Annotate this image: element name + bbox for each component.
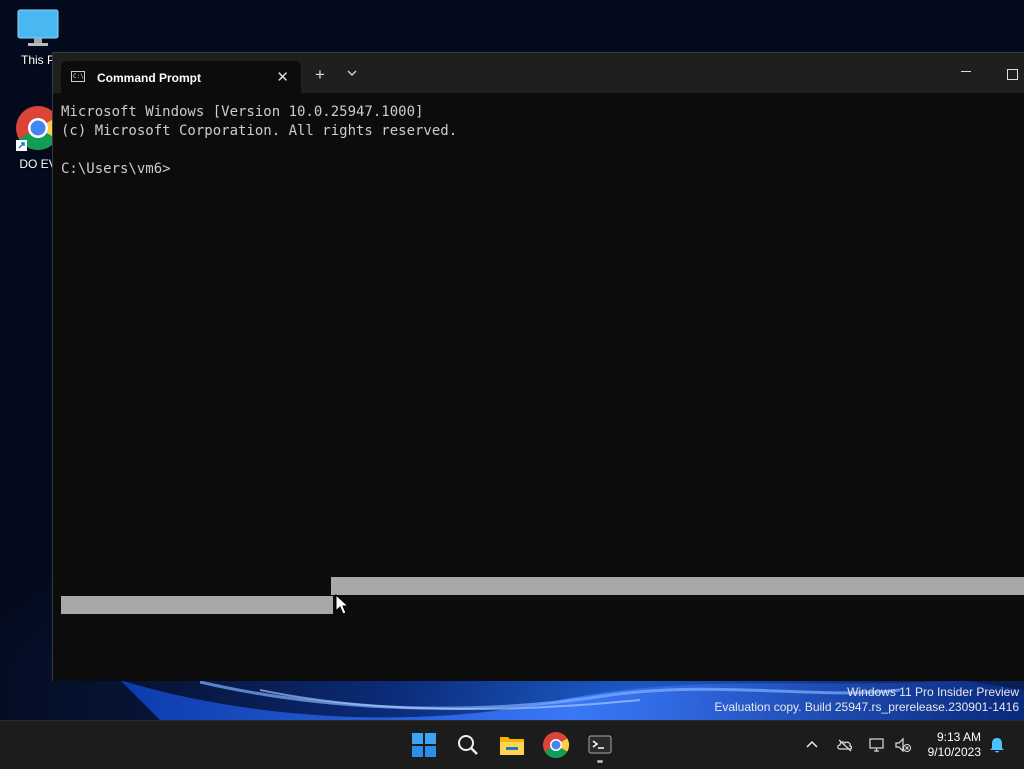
taskbar: 9:13 AM 9/10/2023 bbox=[0, 720, 1024, 769]
notification-bell-icon[interactable] bbox=[988, 736, 1006, 754]
start-icon[interactable] bbox=[408, 729, 440, 761]
maximize-button[interactable] bbox=[1007, 69, 1018, 80]
clock-time: 9:13 AM bbox=[936, 730, 981, 744]
chevron-down-icon[interactable] bbox=[346, 67, 358, 79]
cloud-offline-icon[interactable] bbox=[836, 737, 854, 753]
tab-title: Command Prompt bbox=[97, 71, 202, 85]
console-prompt: C:\Users\vm6> bbox=[61, 161, 171, 177]
chevron-up-icon[interactable] bbox=[804, 737, 820, 753]
mouse-pointer-icon bbox=[335, 594, 350, 615]
text-selection[interactable] bbox=[331, 577, 1024, 595]
console-line: Microsoft Windows [Version 10.0.25947.10… bbox=[61, 104, 424, 120]
tab-command-prompt[interactable]: C:\ Command Prompt ✕ bbox=[61, 61, 301, 93]
running-indicator bbox=[597, 760, 603, 763]
terminal-icon bbox=[588, 735, 612, 754]
watermark-line: Windows 11 Pro Insider Preview bbox=[847, 685, 1019, 699]
terminal-window: C:\ Command Prompt ✕ + Microsoft Windows… bbox=[52, 52, 1024, 681]
new-tab-button[interactable]: + bbox=[315, 66, 325, 83]
console-line: (c) Microsoft Corporation. All rights re… bbox=[61, 123, 458, 139]
title-bar[interactable]: C:\ Command Prompt ✕ + bbox=[53, 53, 1024, 93]
close-icon[interactable]: ✕ bbox=[276, 68, 289, 86]
terminal-taskbar-button[interactable] bbox=[584, 729, 616, 763]
cmd-icon: C:\ bbox=[71, 71, 85, 82]
volume-muted-icon[interactable] bbox=[894, 736, 912, 754]
chrome-icon[interactable] bbox=[540, 729, 572, 761]
system-clock[interactable]: 9:13 AM 9/10/2023 bbox=[928, 730, 981, 760]
network-icon[interactable] bbox=[868, 736, 886, 754]
watermark-line: Evaluation copy. Build 25947.rs_prerelea… bbox=[714, 700, 1019, 714]
file-explorer-icon[interactable] bbox=[496, 729, 528, 761]
search-icon[interactable] bbox=[452, 729, 484, 761]
clock-date: 9/10/2023 bbox=[927, 745, 981, 759]
monitor-icon bbox=[17, 9, 59, 46]
evaluation-watermark: Windows 11 Pro Insider Preview Evaluatio… bbox=[714, 685, 1019, 715]
text-selection[interactable] bbox=[61, 596, 333, 614]
minimize-button[interactable] bbox=[961, 71, 971, 72]
console-output[interactable]: Microsoft Windows [Version 10.0.25947.10… bbox=[61, 103, 457, 179]
